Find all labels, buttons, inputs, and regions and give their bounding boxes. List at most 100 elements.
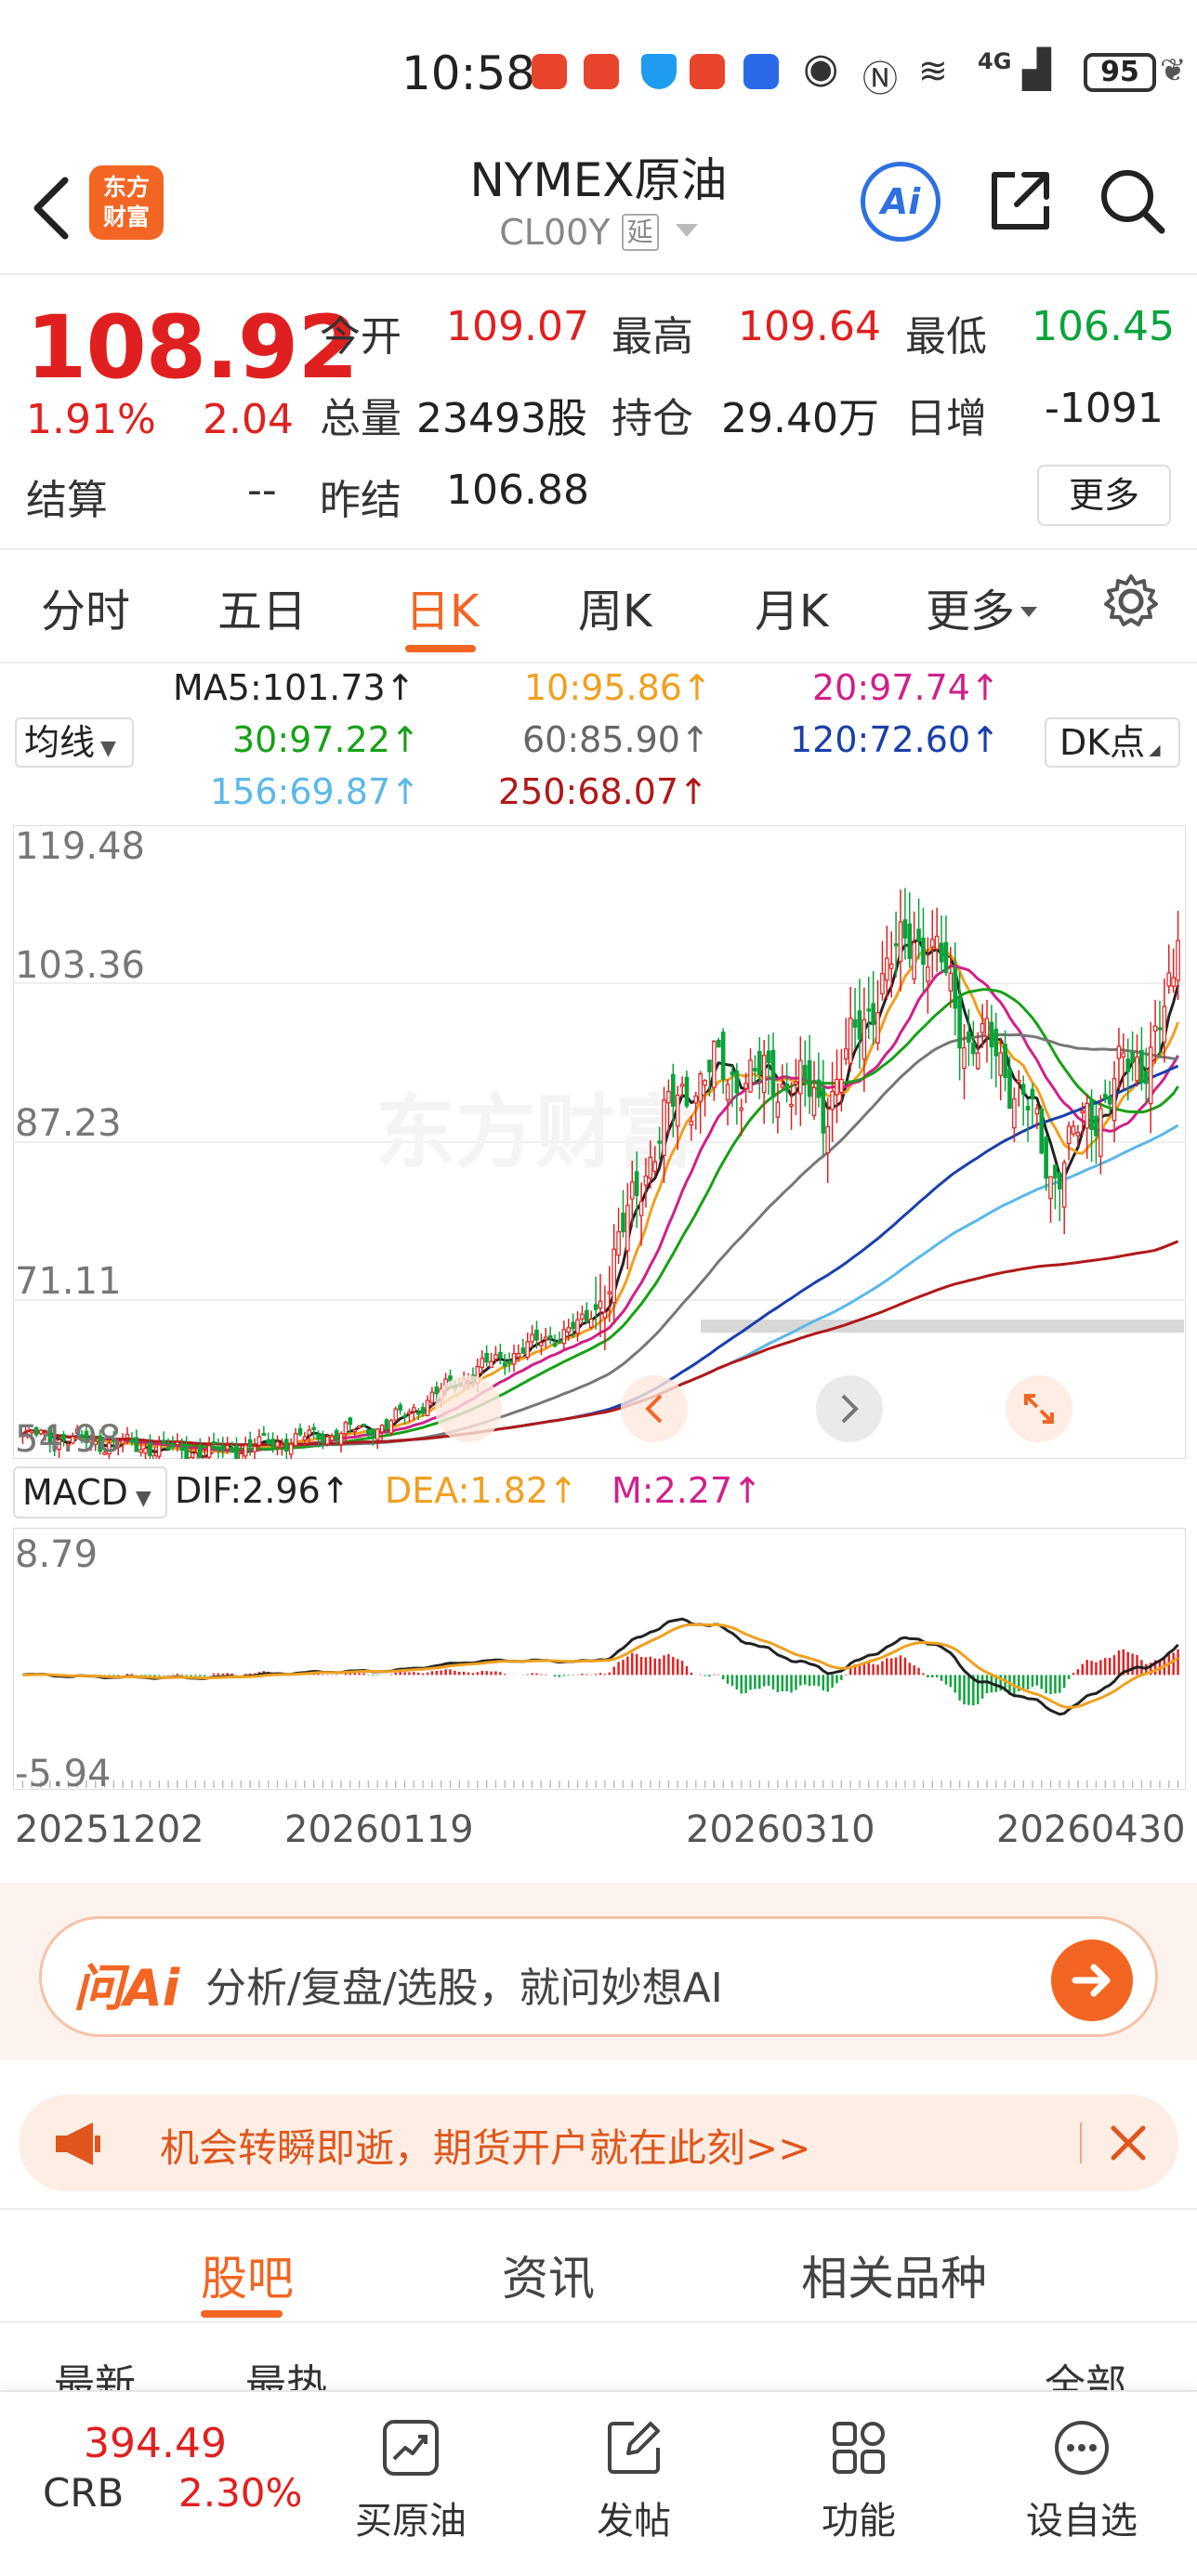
huawei-notification-icon xyxy=(584,54,619,89)
nav-add-watchlist[interactable]: 设自选 xyxy=(998,2409,1165,2567)
ai-assistant-button[interactable]: Ai xyxy=(861,162,940,242)
ma120-value: 120:72.60↑ xyxy=(790,719,1000,760)
candle-body xyxy=(561,1329,567,1345)
candle-body xyxy=(1171,977,1176,987)
nav-functions[interactable]: 功能 xyxy=(775,2409,942,2567)
candle-body xyxy=(530,1334,534,1343)
share-button[interactable] xyxy=(983,164,1058,238)
indicator-selector[interactable]: MACD ▼ xyxy=(13,1466,167,1518)
status-bar: 10:58 ◉ Ⓝ ≋ 4G ▟ 95 ❦ xyxy=(0,0,1197,139)
candle-body xyxy=(247,1439,253,1448)
ask-ai-input[interactable]: 问Ai 分析/复盘/选股，就问妙想AI xyxy=(39,1916,1158,2037)
candle-body xyxy=(616,1231,621,1256)
candle-body xyxy=(898,921,903,963)
candle-body xyxy=(716,1040,721,1048)
tab-forum[interactable]: 股吧 xyxy=(201,2241,294,2308)
settle-label: 结算 xyxy=(26,477,108,524)
candle-body xyxy=(534,1329,539,1341)
nav-post-label: 发帖 xyxy=(597,2500,671,2543)
tab-daily-k[interactable]: 日K xyxy=(405,574,479,639)
tab-news[interactable]: 资讯 xyxy=(502,2241,595,2308)
candle-body xyxy=(184,1444,189,1459)
candle-body xyxy=(1139,1049,1144,1084)
candle-body xyxy=(980,1023,985,1033)
close-icon[interactable] xyxy=(1100,2115,1156,2171)
candle-body xyxy=(198,1447,203,1459)
eye-icon: ◉ xyxy=(803,45,839,92)
candle-body xyxy=(607,1291,612,1295)
tab-more[interactable]: 更多 xyxy=(926,574,1038,639)
nav-post[interactable]: 发帖 xyxy=(550,2409,717,2567)
macd-chart[interactable] xyxy=(13,1528,1186,1790)
volume-label: 总量 xyxy=(320,395,401,442)
candle-body xyxy=(156,1444,162,1457)
candle-body xyxy=(612,1248,616,1304)
candle-body xyxy=(225,1445,230,1450)
more-quote-button[interactable]: 更多 xyxy=(1037,465,1171,526)
candle-body xyxy=(1061,1162,1067,1208)
candle-body xyxy=(852,1019,858,1028)
crb-index-value[interactable]: 394.49 xyxy=(84,2420,227,2467)
back-button[interactable] xyxy=(24,171,80,245)
crb-index-name[interactable]: CRB xyxy=(43,2470,124,2516)
candle-body xyxy=(689,1121,694,1126)
candle-body xyxy=(739,1107,744,1111)
grid-icon xyxy=(833,2422,885,2474)
candle-body xyxy=(948,972,954,992)
candle-body xyxy=(638,1201,644,1216)
ask-ai-placeholder: 分析/复盘/选股，就问妙想AI xyxy=(205,1965,723,2012)
candle-body xyxy=(352,1428,358,1432)
ma-selector[interactable]: 均线 ▼ xyxy=(15,717,134,768)
network-type: 4G xyxy=(978,48,1012,74)
candle-body xyxy=(362,1423,366,1427)
candle-body xyxy=(288,1443,294,1455)
candle-body xyxy=(489,1360,493,1369)
ask-ai-submit-button[interactable] xyxy=(1051,1939,1133,2021)
candle-body xyxy=(1085,1102,1089,1129)
candle-body xyxy=(525,1341,531,1359)
candle-body xyxy=(252,1445,257,1452)
candle-body xyxy=(325,1436,330,1445)
candle-body xyxy=(1098,1108,1103,1157)
contract-code-selector[interactable]: CL00Y 延 xyxy=(353,212,844,253)
candlestick-chart[interactable]: 东方财富 xyxy=(13,825,1186,1459)
candle-body xyxy=(893,943,899,947)
wifi-icon: ≋ xyxy=(918,50,948,91)
crb-index-change[interactable]: 2.30% xyxy=(178,2470,302,2516)
watermark: 东方财富 xyxy=(375,1086,695,1179)
candle-body xyxy=(297,1427,303,1436)
search-button[interactable] xyxy=(1095,164,1169,238)
tab-intraday[interactable]: 分时 xyxy=(41,574,130,639)
edit-icon xyxy=(608,2422,660,2474)
tab-weekly-k[interactable]: 周K xyxy=(578,574,651,639)
candle-body xyxy=(989,1021,994,1048)
nav-buy-oil-label: 买原油 xyxy=(355,2500,467,2543)
scroll-right-button[interactable] xyxy=(816,1375,883,1442)
period-tabs: 分时 五日 日K 周K 月K 更多 xyxy=(0,550,1197,664)
macd-m: M:2.27↑ xyxy=(612,1470,763,1511)
quote-panel: 108.92 1.91% 2.04 结算 -- 今开 109.07 最高 109… xyxy=(0,275,1197,550)
candle-body xyxy=(643,1175,649,1186)
candle-body xyxy=(425,1400,430,1417)
macd-y-tick-bottom: -5.94 xyxy=(15,1753,112,1795)
tab-five-day[interactable]: 五日 xyxy=(217,574,307,639)
candle-body xyxy=(179,1447,185,1452)
candle-body xyxy=(730,1071,735,1076)
app-notification-icon xyxy=(743,54,779,89)
candle-body xyxy=(1112,1078,1117,1122)
fullscreen-button[interactable] xyxy=(1006,1375,1072,1442)
promo-banner[interactable]: 机会转瞬即逝，期货开户就在此刻>> xyxy=(19,2095,1178,2191)
candle-body xyxy=(998,1052,1003,1076)
nav-buy-oil[interactable]: 买原油 xyxy=(327,2409,494,2567)
page-title: NYMEX原油 xyxy=(469,153,728,207)
tab-related-products[interactable]: 相关品种 xyxy=(801,2241,987,2308)
tab-monthly-k[interactable]: 月K xyxy=(755,574,828,639)
dk-point-button[interactable]: DK点 ◢ xyxy=(1045,717,1180,768)
candle-body xyxy=(725,1084,730,1101)
chart-settings-button[interactable] xyxy=(1102,572,1160,630)
candle-body xyxy=(1143,1071,1149,1084)
x-tick-date-3: 20260310 xyxy=(686,1808,875,1851)
nav-functions-label: 功能 xyxy=(822,2500,896,2543)
candle-body xyxy=(547,1334,553,1340)
x-tick-date-4: 20260430 xyxy=(996,1808,1186,1851)
